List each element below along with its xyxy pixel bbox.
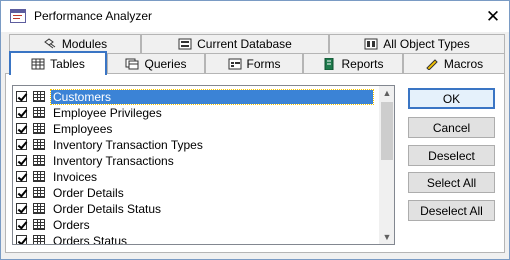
tab-tables[interactable]: Tables [9,51,107,75]
table-icon [33,91,45,102]
deselect-all-button[interactable]: Deselect All [408,200,495,221]
list-item[interactable]: Invoices [16,169,99,184]
tab-label: Reports [341,56,384,71]
modules-icon [43,38,57,50]
item-checkbox[interactable] [16,107,27,118]
list-item[interactable]: Order Details [16,185,126,200]
item-checkbox[interactable] [16,155,27,166]
tab-label: Modules [61,37,108,51]
item-label: Customers [50,88,374,105]
title-bar[interactable]: Performance Analyzer ✕ [1,1,509,32]
item-label: Orders Status [53,233,128,245]
report-icon [322,57,336,70]
table-icon [33,187,45,198]
table-icon [33,203,45,214]
close-icon: ✕ [485,7,501,26]
item-label: Inventory Transactions [53,153,174,168]
scroll-down-icon[interactable]: ▼ [379,230,394,244]
item-checkbox[interactable] [16,123,27,134]
tab-all-object-types[interactable]: All Object Types [329,34,505,53]
app-icon [10,9,26,23]
list-item[interactable]: Customers [16,88,374,105]
list-item[interactable]: Inventory Transaction Types [16,137,205,152]
table-icon [33,155,45,166]
item-label: Order Details Status [53,201,162,216]
tab-macros[interactable]: Macros [403,53,505,73]
tab-queries[interactable]: Queries [107,53,205,73]
ok-button[interactable]: OK [408,88,495,109]
item-label: Employee Privileges [53,105,162,120]
list-item[interactable]: Inventory Transactions [16,153,176,168]
all-objects-icon [364,38,378,50]
list-item[interactable]: Orders [16,217,92,232]
table-icon [33,139,45,150]
item-label: Order Details [53,185,124,200]
table-icon [33,171,45,182]
tab-reports[interactable]: Reports [303,53,403,73]
list-item[interactable]: Employee Privileges [16,105,164,120]
list-item[interactable]: Order Details Status [16,201,163,216]
list-scrollbar[interactable]: ▲ ▼ [379,86,394,244]
table-icon [33,219,45,230]
performance-analyzer-dialog: Performance Analyzer ✕ Modules Current D… [0,0,510,260]
tab-label: Queries [144,56,187,71]
list-item[interactable]: Employees [16,121,114,136]
tab-label: Tables [50,57,85,71]
item-checkbox[interactable] [16,171,27,182]
item-checkbox[interactable] [16,235,27,244]
tab-current-database[interactable]: Current Database [141,34,329,53]
item-checkbox[interactable] [16,187,27,198]
deselect-button[interactable]: Deselect [408,145,495,166]
form-icon [228,58,242,70]
tab-label: Current Database [197,37,292,51]
item-label: Employees [53,121,113,136]
tab-forms[interactable]: Forms [205,53,303,73]
table-icon [31,58,45,70]
window-title: Performance Analyzer [34,9,153,23]
query-icon [125,58,139,70]
scroll-thumb[interactable] [381,102,393,160]
table-icon [33,235,45,244]
macro-icon [425,58,439,71]
table-icon [33,107,45,118]
item-checkbox[interactable] [16,219,27,230]
tab-label: Forms [246,56,281,71]
list-item[interactable]: Orders Status [16,233,129,245]
tab-label: All Object Types [383,37,470,51]
select-all-button[interactable]: Select All [408,172,495,193]
item-checkbox[interactable] [16,91,27,102]
tables-list[interactable]: Customers Employee Privileges Employees … [12,85,395,245]
table-icon [33,123,45,134]
cancel-button[interactable]: Cancel [408,117,495,138]
close-button[interactable]: ✕ [477,1,509,32]
database-icon [178,38,192,50]
tab-label: Macros [443,56,484,71]
item-label: Inventory Transaction Types [53,137,203,152]
scroll-up-icon[interactable]: ▲ [379,86,394,100]
item-checkbox[interactable] [16,139,27,150]
item-checkbox[interactable] [16,203,27,214]
item-label: Invoices [53,169,98,184]
item-label: Orders [53,217,90,232]
